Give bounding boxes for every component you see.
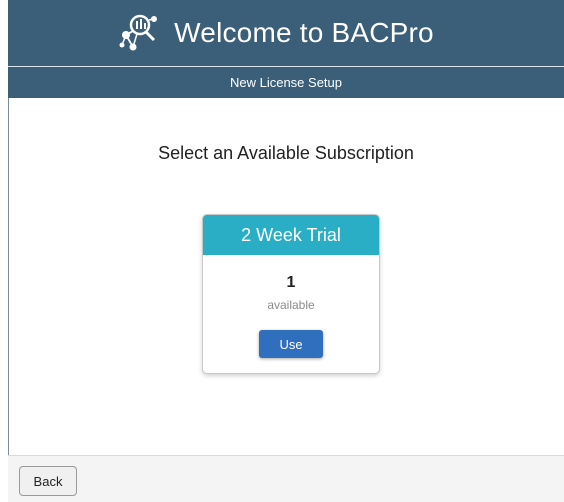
subscription-available-label: available xyxy=(267,298,315,312)
license-setup-window: Welcome to BACPro New License Setup Sele… xyxy=(0,0,564,502)
app-title: Welcome to BACPro xyxy=(174,17,434,48)
footer-bar: Back xyxy=(8,455,564,502)
app-header: Welcome to BACPro New License Setup xyxy=(8,0,564,98)
molecule-network-icon xyxy=(119,14,158,51)
subscription-heading: Select an Available Subscription xyxy=(158,143,414,163)
header-title-bar: Welcome to BACPro xyxy=(8,0,564,67)
use-subscription-button[interactable]: Use xyxy=(259,330,323,358)
subscription-available-count: 1 xyxy=(286,274,296,291)
page-subtitle: New License Setup xyxy=(229,75,342,90)
subscription-card-title: 2 Week Trial xyxy=(203,215,379,255)
back-button[interactable]: Back xyxy=(19,466,77,496)
subscription-card: 2 Week Trial 1 available Use xyxy=(202,214,380,374)
